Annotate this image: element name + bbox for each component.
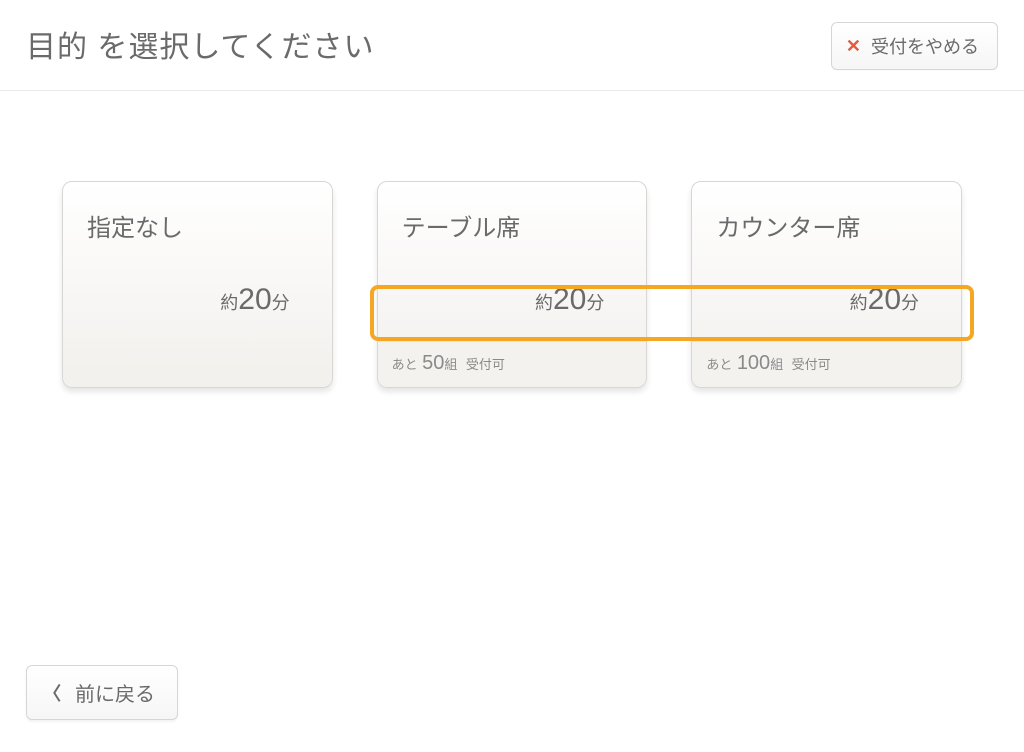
close-icon: ✕ (846, 37, 861, 55)
wait-number: 20 (868, 283, 901, 316)
card-body: カウンター席 約20分 (692, 182, 961, 341)
card-title: カウンター席 (716, 208, 937, 243)
card-body: テーブル席 約20分 (378, 182, 647, 341)
back-button[interactable]: 〈 前に戻る (26, 665, 178, 720)
back-label: 前に戻る (75, 678, 155, 707)
wait-prefix: 約 (535, 293, 553, 313)
chevron-left-icon: 〈 (43, 680, 61, 706)
capacity-prefix: あと (392, 357, 418, 372)
card-wait: 約20分 (716, 243, 937, 331)
wait-suffix: 分 (586, 293, 604, 313)
wait-suffix: 分 (272, 293, 290, 313)
capacity-prefix: あと (706, 357, 732, 372)
card-title: テーブル席 (402, 208, 623, 243)
capacity-number: 100 (737, 352, 770, 374)
option-cards: 指定なし 約20分 テーブル席 約20分 あと 50組 受付可 カウンター席 約… (0, 91, 1024, 388)
card-capacity: あと 100組 受付可 (692, 341, 961, 387)
capacity-suffix: 受付可 (466, 357, 505, 372)
capacity-suffix: 受付可 (792, 357, 831, 372)
header: 目的 を選択してください ✕ 受付をやめる (0, 0, 1024, 91)
card-body: 指定なし 約20分 (63, 182, 332, 341)
card-title: 指定なし (87, 208, 308, 243)
option-card-table[interactable]: テーブル席 約20分 あと 50組 受付可 (377, 181, 648, 388)
page-title: 目的 を選択してください (26, 22, 375, 66)
capacity-unit: 組 (770, 357, 783, 372)
wait-prefix: 約 (850, 293, 868, 313)
wait-prefix: 約 (220, 293, 238, 313)
option-card-counter[interactable]: カウンター席 約20分 あと 100組 受付可 (691, 181, 962, 388)
card-wait: 約20分 (402, 243, 623, 331)
capacity-unit: 組 (444, 357, 457, 372)
capacity-number: 50 (422, 352, 444, 374)
wait-suffix: 分 (901, 293, 919, 313)
stop-reception-button[interactable]: ✕ 受付をやめる (831, 22, 998, 70)
option-card-none[interactable]: 指定なし 約20分 (62, 181, 333, 388)
stop-reception-label: 受付をやめる (871, 33, 979, 59)
wait-number: 20 (238, 283, 271, 316)
card-capacity: あと 50組 受付可 (378, 341, 647, 387)
card-wait: 約20分 (87, 243, 308, 331)
wait-number: 20 (553, 283, 586, 316)
